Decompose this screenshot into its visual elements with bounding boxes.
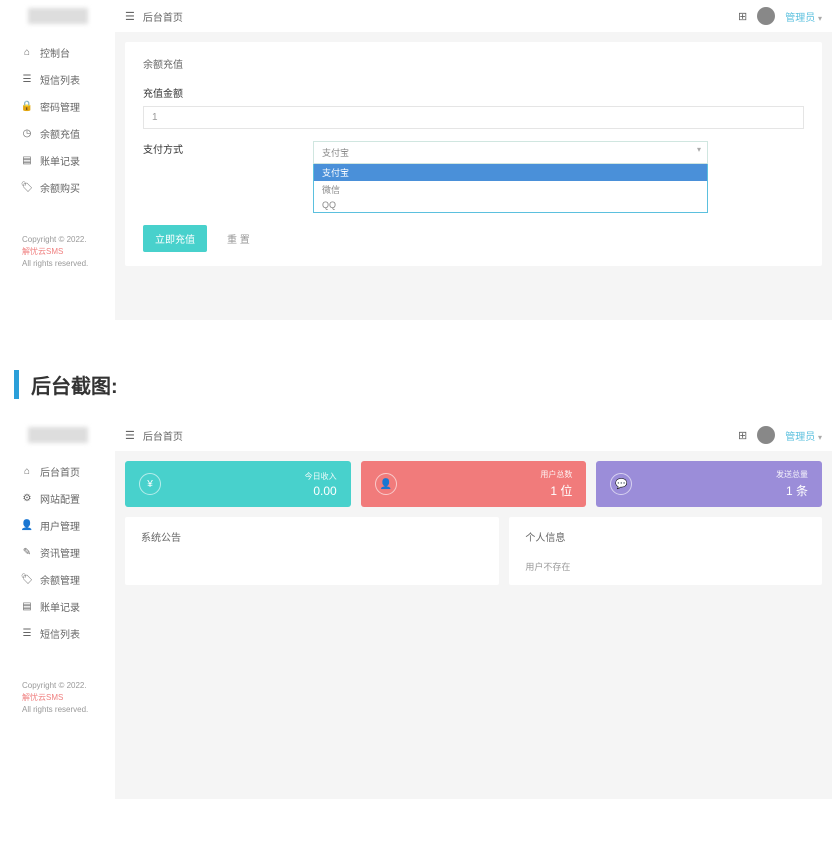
reset-button[interactable]: 重 置 <box>217 225 260 252</box>
pay-method-dropdown: 支付宝 微信 QQ <box>313 164 708 213</box>
pay-method-select[interactable]: 支付宝 <box>313 141 708 164</box>
tag-icon: 🏷 <box>22 183 32 193</box>
tag-icon: 🏷 <box>22 575 32 585</box>
submit-button[interactable]: 立即充值 <box>143 225 207 252</box>
username-dropdown[interactable]: 管理员 ▾ <box>785 9 822 24</box>
amount-input[interactable] <box>143 106 804 129</box>
dropdown-option-alipay[interactable]: 支付宝 <box>314 164 707 181</box>
copyright: Copyright © 2022. 解忧云SMSAll rights reser… <box>0 226 115 278</box>
edit-icon: ✎ <box>22 548 32 558</box>
announce-card: 系统公告 <box>125 517 499 585</box>
recharge-card: 余额充值 充值金额 支付方式 支付宝 支付宝 微信 QQ <box>125 42 822 266</box>
nav-item-sms-list[interactable]: ☰短信列表 <box>0 66 115 93</box>
nav-item-news[interactable]: ✎资讯管理 <box>0 539 115 566</box>
lock-icon: 🔒 <box>22 102 32 112</box>
sidebar: ⌂控制台 ☰短信列表 🔒密码管理 ◷余额充值 ▤账单记录 🏷余额购买 Copyr… <box>0 0 115 278</box>
announce-title: 系统公告 <box>141 529 483 544</box>
copyright: Copyright © 2022. 解忧云SMSAll rights reser… <box>0 672 115 724</box>
list-icon: ☰ <box>22 75 32 85</box>
card-title: 余额充值 <box>143 56 804 71</box>
nav-item-sms-list[interactable]: ☰短信列表 <box>0 620 115 647</box>
user-icon: 👤 <box>22 521 32 531</box>
hamburger-icon[interactable]: ☰ <box>125 429 135 442</box>
doc-icon: ▤ <box>22 156 32 166</box>
stat-sent: 💬 发送总量1 条 <box>596 461 822 507</box>
doc-icon: ▤ <box>22 602 32 612</box>
breadcrumb: 后台首页 <box>143 428 183 443</box>
section-heading: 后台截图: <box>14 370 832 399</box>
stat-income: ¥ 今日收入0.00 <box>125 461 351 507</box>
pay-method-label: 支付方式 <box>143 141 313 156</box>
nav-item-balance[interactable]: 🏷余额管理 <box>0 566 115 593</box>
stat-users: 👤 用户总数1 位 <box>361 461 587 507</box>
topbar: ☰ 后台首页 ⊞ 管理员 ▾ <box>115 419 832 451</box>
hamburger-icon[interactable]: ☰ <box>125 10 135 23</box>
topbar: ☰ 后台首页 ⊞ 管理员 ▾ <box>115 0 832 32</box>
chevron-down-icon: ▾ <box>818 433 822 442</box>
home-icon: ⌂ <box>22 467 32 477</box>
avatar[interactable] <box>757 426 775 444</box>
nav-item-password[interactable]: 🔒密码管理 <box>0 93 115 120</box>
nav-item-recharge[interactable]: ◷余额充值 <box>0 120 115 147</box>
nav-item-site-config[interactable]: ⚙网站配置 <box>0 485 115 512</box>
chat-icon: 💬 <box>610 473 632 495</box>
nav-item-users[interactable]: 👤用户管理 <box>0 512 115 539</box>
copyright-link[interactable]: 解忧云SMS <box>22 693 63 702</box>
list-icon: ☰ <box>22 629 32 639</box>
logo <box>28 8 88 24</box>
nav-item-console[interactable]: ⌂控制台 <box>0 39 115 66</box>
nav-item-billing[interactable]: ▤账单记录 <box>0 593 115 620</box>
profile-card: 个人信息 用户不存在 <box>509 517 822 585</box>
nav-item-home[interactable]: ⌂后台首页 <box>0 458 115 485</box>
dropdown-option-wechat[interactable]: 微信 <box>314 181 707 198</box>
user-icon: 👤 <box>375 473 397 495</box>
logo <box>28 427 88 443</box>
gear-icon: ⚙ <box>22 494 32 504</box>
dropdown-option-qq[interactable]: QQ <box>314 198 707 212</box>
home-icon: ⌂ <box>22 48 32 58</box>
username-dropdown[interactable]: 管理员 ▾ <box>785 428 822 443</box>
clock-icon: ◷ <box>22 129 32 139</box>
nav-item-purchase[interactable]: 🏷余额购买 <box>0 174 115 201</box>
breadcrumb: 后台首页 <box>143 9 183 24</box>
nav-item-billing[interactable]: ▤账单记录 <box>0 147 115 174</box>
profile-text: 用户不存在 <box>525 560 806 573</box>
avatar[interactable] <box>757 7 775 25</box>
copyright-link[interactable]: 解忧云SMS <box>22 247 63 256</box>
qr-icon[interactable]: ⊞ <box>738 10 747 23</box>
chevron-down-icon: ▾ <box>818 14 822 23</box>
qr-icon[interactable]: ⊞ <box>738 429 747 442</box>
sidebar: ⌂后台首页 ⚙网站配置 👤用户管理 ✎资讯管理 🏷余额管理 ▤账单记录 ☰短信列… <box>0 419 115 724</box>
profile-title: 个人信息 <box>525 529 806 544</box>
amount-label: 充值金额 <box>143 85 804 100</box>
yen-icon: ¥ <box>139 473 161 495</box>
